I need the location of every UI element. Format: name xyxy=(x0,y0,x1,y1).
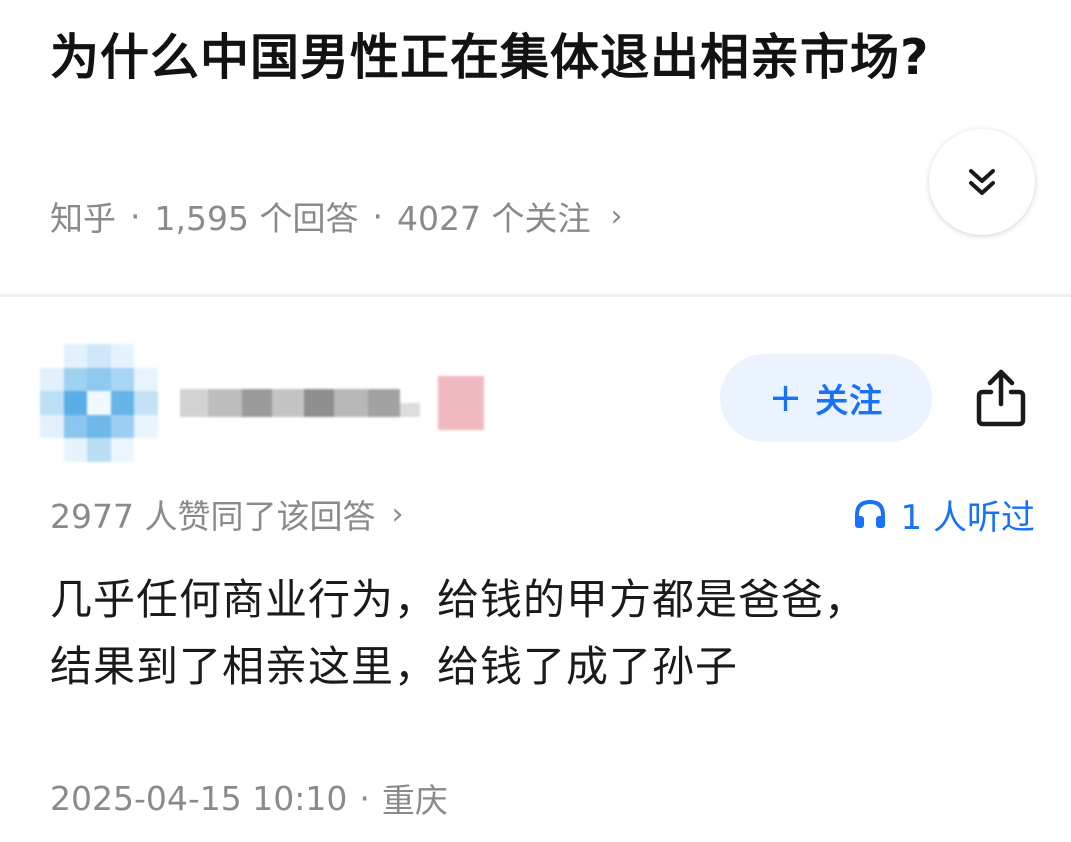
section-divider xyxy=(0,294,1071,297)
share-button[interactable] xyxy=(968,360,1034,436)
listen-button[interactable]: 1 人听过 xyxy=(853,490,1035,539)
listen-count-text: 1 人听过 xyxy=(900,497,1035,538)
meta-separator: · xyxy=(359,778,370,818)
follow-button[interactable]: + 关注 xyxy=(720,354,932,442)
meta-separator: · xyxy=(130,196,141,236)
answer-line: 几乎任何商业行为，给钱的甲方都是爸爸， xyxy=(50,575,868,624)
answer-line: 结果到了相亲这里，给钱了成了孙子 xyxy=(50,642,739,691)
meta-separator: · xyxy=(372,196,383,236)
source-label: 知乎 xyxy=(50,199,116,238)
vote-count-text: 2977 人赞同了该回答 xyxy=(50,497,376,536)
plus-icon: + xyxy=(768,375,804,421)
answer-datetime: 2025-04-15 10:10 xyxy=(50,778,348,818)
chevron-right-icon: › xyxy=(391,496,404,532)
answer-content[interactable]: 几乎任何商业行为，给钱的甲方都是爸爸， 结果到了相亲这里，给钱了成了孙子 xyxy=(50,566,1030,700)
double-chevron-down-icon xyxy=(969,169,995,195)
answer-author-row: + 关注 xyxy=(0,330,1071,470)
answer-stats-row: 2977 人赞同了该回答 › 1 人听过 xyxy=(50,488,1035,540)
headphones-icon xyxy=(853,498,887,530)
answer-count: 1,595 个回答 xyxy=(154,199,359,238)
answer-page: 为什么中国男性正在集体退出相亲市场? 知乎 · 1,595 个回答 · 4027… xyxy=(0,0,1071,842)
vote-count-link[interactable]: 2977 人赞同了该回答 › xyxy=(50,490,403,538)
answer-timestamp: 2025-04-15 10:10 · 重庆 xyxy=(50,772,448,824)
share-upload-icon xyxy=(976,369,1026,427)
question-title[interactable]: 为什么中国男性正在集体退出相亲市场? xyxy=(50,24,950,91)
chevron-right-icon: › xyxy=(610,198,623,234)
expand-question-button[interactable] xyxy=(929,129,1035,235)
question-header: 为什么中国男性正在集体退出相亲市场? 知乎 · 1,595 个回答 · 4027… xyxy=(0,0,1071,296)
answer-location: 重庆 xyxy=(381,781,448,820)
avatar[interactable] xyxy=(40,344,158,462)
follower-count: 4027 个关注 xyxy=(396,199,591,238)
follow-button-label: 关注 xyxy=(815,381,884,420)
author-name-redacted[interactable] xyxy=(180,372,490,434)
question-meta[interactable]: 知乎 · 1,595 个回答 · 4027 个关注 › xyxy=(50,192,622,240)
